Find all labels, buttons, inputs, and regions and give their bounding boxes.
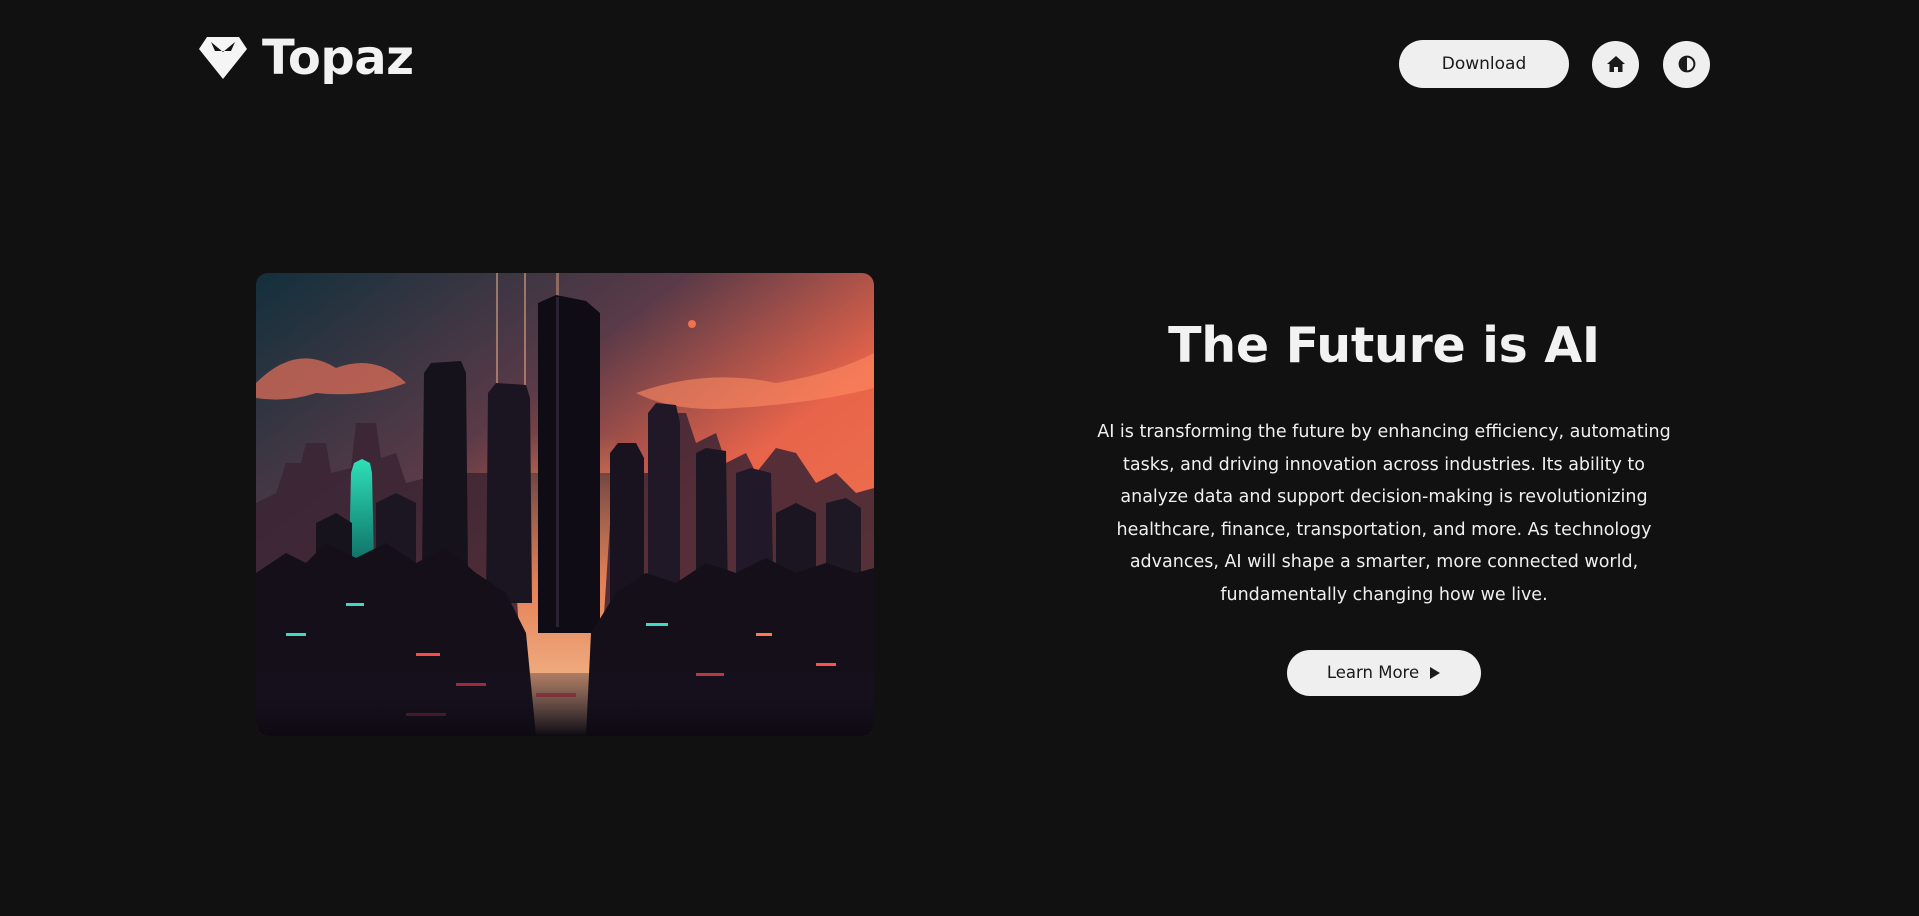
brand-name: Topaz	[262, 30, 414, 86]
hero-image	[256, 273, 874, 736]
diamond-icon	[199, 37, 247, 79]
hero-title: The Future is AI	[1168, 317, 1600, 374]
brand-link[interactable]: Topaz	[198, 34, 414, 82]
site-header: Topaz Download	[0, 0, 1919, 130]
learn-more-button[interactable]: Learn More	[1287, 649, 1481, 696]
hero-description: AI is transforming the future by enhanci…	[1097, 422, 1671, 605]
hero-content: The Future is AI AI is transforming the …	[1084, 310, 1684, 696]
landing-page: Topaz Download The Future is AI AI is tr…	[0, 0, 1919, 916]
header-nav: Download	[1399, 40, 1710, 88]
home-icon	[1606, 56, 1625, 72]
play-icon	[1430, 666, 1441, 679]
home-button[interactable]	[1592, 40, 1639, 88]
download-button[interactable]: Download	[1399, 40, 1569, 88]
learn-more-label: Learn More	[1326, 663, 1420, 683]
theme-toggle-button[interactable]	[1663, 40, 1710, 88]
futuristic-city-image	[256, 273, 874, 736]
contrast-icon	[1678, 55, 1695, 73]
